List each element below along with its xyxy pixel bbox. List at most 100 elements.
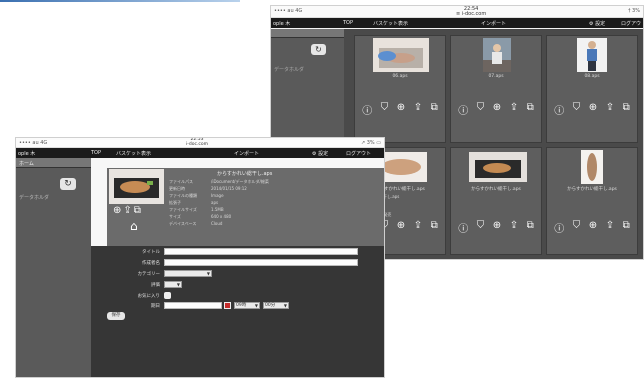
meta-row: ファイルパス/iDocument/データホルダ/総菜 xyxy=(169,179,269,184)
download-icon[interactable]: ⊕ xyxy=(493,102,501,117)
info-icon[interactable]: ⓘ xyxy=(362,102,372,117)
nav-import-link[interactable]: インポート xyxy=(481,20,506,27)
info-icon[interactable]: ⓘ xyxy=(554,102,564,117)
cart-icon[interactable]: ⛉ xyxy=(381,102,389,117)
share-icon[interactable]: ⇪ xyxy=(606,220,614,235)
author-row: 作成者名 xyxy=(91,259,384,266)
date-input[interactable] xyxy=(164,302,222,309)
folder-path: データホルダ xyxy=(274,67,305,73)
nav-basket-link[interactable]: バスケット表示 xyxy=(373,20,408,27)
refresh-icon: ↻ xyxy=(64,179,72,189)
share-icon[interactable]: ⇪ xyxy=(414,220,422,235)
sidebar-tab-home[interactable]: ホーム xyxy=(16,158,91,168)
sidebar-tab[interactable] xyxy=(271,29,344,38)
category-select[interactable]: ▼ xyxy=(164,270,212,277)
nav-settings-link[interactable]: ⚙ 設定 xyxy=(312,150,328,157)
download-icon[interactable]: ⊕ xyxy=(589,102,597,117)
file-actions: ⓘ ⛉ ⊕ ⇪ ⧉ xyxy=(454,102,538,117)
meta-row: デバイスベース Cloud xyxy=(169,221,223,226)
status-clock: 22:54 ≡ i-doc.com xyxy=(456,6,487,17)
info-icon[interactable]: ⓘ xyxy=(458,102,468,117)
hour-select[interactable]: 09時 ▼ xyxy=(234,302,260,309)
meta-row: ファイルサイズ 1.5MB xyxy=(169,207,224,212)
cart-icon[interactable]: ⛉ xyxy=(477,220,485,235)
edit-form: タイトル 作成者名 カテゴリー ▼ 評価 ▼ お気に入り 期日 09時 ▼ 00分… xyxy=(91,246,384,377)
favorite-label: お気に入り xyxy=(137,294,161,299)
carrier-signal: •••• au 4G xyxy=(19,140,48,146)
nav-settings-link[interactable]: ⚙ 設定 xyxy=(589,20,605,27)
chevron-down-icon: ▼ xyxy=(283,303,287,308)
rating-row: 評価 ▼ xyxy=(91,281,384,288)
file-thumbnail xyxy=(109,169,164,204)
file-name: 08.aps xyxy=(584,74,600,79)
file-actions: ⓘ ⛉ ⊕ ⇪ ⧉ xyxy=(358,102,442,117)
nav-home-link[interactable]: ople 木 xyxy=(18,150,35,157)
refresh-button[interactable]: ↻ xyxy=(311,44,326,55)
copy-icon[interactable]: ⧉ xyxy=(527,102,534,117)
share-icon[interactable]: ⇪ xyxy=(510,102,518,117)
cart-icon[interactable]: ⛉ xyxy=(477,102,485,117)
copy-icon[interactable]: ⧉ xyxy=(134,205,141,216)
kitchen-thumbnail-image xyxy=(483,38,511,72)
nav-logout-link[interactable]: ログアウ xyxy=(621,20,641,27)
author-input[interactable] xyxy=(164,259,358,266)
nav-top-link[interactable]: TOP xyxy=(91,150,101,156)
download-icon[interactable]: ⊕ xyxy=(397,220,405,235)
file-thumbnail xyxy=(469,152,527,182)
file-actions: ⓘ ⛉ ⊕ ⇪ ⧉ xyxy=(550,102,634,117)
download-icon[interactable]: ⊕ xyxy=(113,205,121,216)
meta-row: ファイルの種類 Image xyxy=(169,193,224,198)
file-card[interactable]: 07.aps ⓘ ⛉ ⊕ ⇪ ⧉ xyxy=(450,35,542,143)
info-icon[interactable]: ⓘ xyxy=(458,220,468,235)
download-icon[interactable]: ⊕ xyxy=(493,220,501,235)
file-name: からすかれい総干し.aps xyxy=(471,187,521,192)
file-name: 07.aps xyxy=(488,74,504,79)
title-input[interactable] xyxy=(164,248,358,255)
file-card[interactable]: 08.aps ⓘ ⛉ ⊕ ⇪ ⧉ xyxy=(546,35,638,143)
nav-import-link[interactable]: インポート xyxy=(234,150,259,157)
share-icon[interactable]: ⇪ xyxy=(606,102,614,117)
nav-basket-link[interactable]: バスケット表示 xyxy=(116,150,151,157)
nav-top-link[interactable]: TOP xyxy=(343,20,353,26)
share-icon[interactable]: ⇪ xyxy=(510,220,518,235)
copy-icon[interactable]: ⧉ xyxy=(623,102,630,117)
file-title: からすかれい総干し.aps xyxy=(217,171,273,177)
title-row: タイトル xyxy=(91,248,384,255)
download-icon[interactable]: ⊕ xyxy=(589,220,597,235)
category-label: カテゴリー xyxy=(137,272,161,277)
info-icon[interactable]: ⓘ xyxy=(554,220,564,235)
download-icon[interactable]: ⊕ xyxy=(397,102,405,117)
cart-icon[interactable]: ⛉ xyxy=(573,102,581,117)
chevron-down-icon: ▼ xyxy=(176,282,180,287)
copy-icon[interactable]: ⧉ xyxy=(527,220,534,235)
file-card[interactable]: からすかれい総干し.aps ⓘ ⛉ ⊕ ⇪ ⧉ xyxy=(450,147,542,255)
minute-select[interactable]: 00分 ▼ xyxy=(263,302,289,309)
file-name: からすかれい総干し.aps xyxy=(567,187,617,192)
file-thumbnail xyxy=(483,38,511,72)
refresh-button[interactable]: ↻ xyxy=(60,178,76,190)
rating-select[interactable]: ▼ xyxy=(164,281,182,288)
date-row: 期日 09時 ▼ 00分 ▼ xyxy=(91,302,384,309)
cart-icon[interactable]: ⛉ xyxy=(573,220,581,235)
file-thumbnail xyxy=(581,150,603,184)
nav-home-link[interactable]: ople 木 xyxy=(273,20,290,27)
copy-icon[interactable]: ⧉ xyxy=(431,102,438,117)
file-card[interactable]: 06.aps ⓘ ⛉ ⊕ ⇪ ⧉ xyxy=(354,35,446,143)
file-metadata: ファイルパス/iDocument/データホルダ/総菜 更新日時 2014/01/1… xyxy=(169,178,269,227)
home-icon[interactable]: ⌂ xyxy=(130,219,138,233)
calendar-icon[interactable] xyxy=(224,302,231,309)
category-row: カテゴリー ▼ xyxy=(91,270,384,277)
favorite-checkbox[interactable] xyxy=(164,292,171,299)
fish-thumbnail-image xyxy=(373,38,429,72)
copy-icon[interactable]: ⧉ xyxy=(623,220,630,235)
share-icon[interactable]: ⇪ xyxy=(414,102,422,117)
meta-row: 更新日時 2014/01/15 09:12 xyxy=(169,186,247,191)
share-icon[interactable]: ⇪ xyxy=(123,205,131,216)
file-thumbnail xyxy=(577,38,607,72)
top-nav: ople 木 TOP バスケット表示 インポート ⚙ 設定 ログアウト xyxy=(16,148,384,158)
save-button[interactable]: 保存 xyxy=(107,312,125,320)
nav-logout-link[interactable]: ログアウト xyxy=(346,150,371,157)
person-thumbnail-image xyxy=(577,38,607,72)
copy-icon[interactable]: ⧉ xyxy=(431,220,438,235)
file-card[interactable]: からすかれい総干し.aps ⓘ ⛉ ⊕ ⇪ ⧉ xyxy=(546,147,638,255)
